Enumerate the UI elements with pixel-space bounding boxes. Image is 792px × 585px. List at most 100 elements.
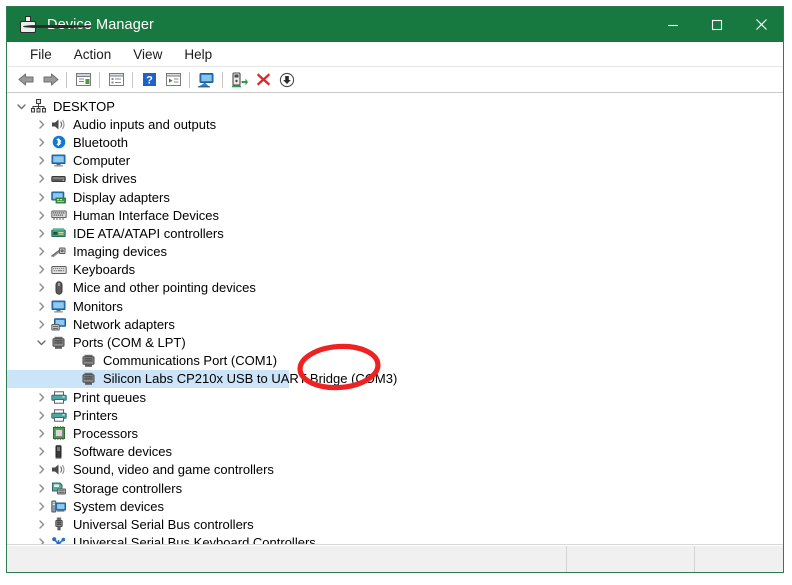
tree-node-ports-com-and-lpt[interactable]: Ports (COM & LPT) — [7, 333, 783, 351]
device-tree: DESKTOP Audio inputs and outputs Bluetoo… — [7, 93, 783, 545]
printer-icon — [50, 408, 67, 423]
help-button[interactable]: ? — [137, 69, 161, 91]
storage-controller-icon — [50, 481, 67, 496]
chevron-right-icon[interactable] — [35, 136, 48, 149]
tree-node-label: Sound, video and game controllers — [73, 462, 274, 478]
bluetooth-icon — [50, 135, 67, 150]
menu-help[interactable]: Help — [173, 45, 223, 64]
tree-node-computer[interactable]: Computer — [7, 152, 783, 170]
hid-keyboard-icon — [50, 208, 67, 223]
toolbar-separator — [189, 71, 190, 88]
menu-view[interactable]: View — [122, 45, 173, 64]
port-icon — [80, 353, 97, 368]
device-tree-pane[interactable]: DESKTOP Audio inputs and outputs Bluetoo… — [7, 93, 783, 545]
tree-node-imaging-devices[interactable]: Imaging devices — [7, 243, 783, 261]
chevron-right-icon[interactable] — [35, 118, 48, 131]
chevron-right-icon[interactable] — [35, 281, 48, 294]
usb-icon — [50, 517, 67, 532]
status-pane-tertiary — [695, 546, 783, 572]
chevron-down-icon[interactable] — [15, 100, 28, 113]
tree-node-label: Bluetooth — [73, 134, 128, 150]
tree-node-audio-inputs-and-outputs[interactable]: Audio inputs and outputs — [7, 115, 783, 133]
chevron-right-icon[interactable] — [35, 427, 48, 440]
tree-node-communications-port-com1[interactable]: Communications Port (COM1) — [7, 352, 783, 370]
tree-node-print-queues[interactable]: Print queues — [7, 388, 783, 406]
help-question-icon: ? — [142, 73, 156, 87]
chevron-right-icon[interactable] — [35, 500, 48, 513]
chevron-right-icon[interactable] — [35, 209, 48, 222]
svg-text:?: ? — [146, 75, 153, 87]
monitor-scan-icon — [197, 72, 213, 87]
close-button[interactable] — [739, 7, 783, 42]
tree-node-keyboards[interactable]: Keyboards — [7, 261, 783, 279]
chevron-right-icon[interactable] — [35, 463, 48, 476]
maximize-button[interactable] — [695, 7, 739, 42]
chevron-right-icon[interactable] — [35, 191, 48, 204]
tree-node-software-devices[interactable]: Software devices — [7, 443, 783, 461]
tree-node-label: Processors — [73, 425, 139, 441]
monitor-icon — [50, 299, 67, 314]
tree-node-system-devices[interactable]: System devices — [7, 497, 783, 515]
tree-node-silicon-labs-cp210x-com3[interactable]: Silicon Labs CP210x USB to UART Bridge (… — [7, 369, 783, 388]
tree-node-sound-video-and-game-controllers[interactable]: Sound, video and game controllers — [7, 461, 783, 479]
mouse-icon — [50, 280, 67, 295]
tree-node-desktop[interactable]: DESKTOP — [7, 97, 783, 115]
close-icon — [755, 19, 767, 30]
tree-node-universal-serial-bus-controllers[interactable]: Universal Serial Bus controllers — [7, 515, 783, 533]
port-icon — [50, 335, 67, 350]
disable-device-button[interactable] — [275, 69, 299, 91]
chevron-right-icon[interactable] — [35, 300, 48, 313]
chevron-right-icon[interactable] — [35, 172, 48, 185]
tree-node-label: Mice and other pointing devices — [73, 280, 256, 296]
tree-node-storage-controllers[interactable]: Storage controllers — [7, 479, 783, 497]
tree-node-label: Human Interface Devices — [73, 207, 219, 223]
menu-action[interactable]: Action — [63, 45, 123, 64]
system-device-icon — [50, 499, 67, 514]
tree-node-human-interface-devices[interactable]: Human Interface Devices — [7, 206, 783, 224]
chevron-right-icon[interactable] — [35, 227, 48, 240]
chevron-right-icon[interactable] — [35, 391, 48, 404]
maximize-icon — [711, 19, 723, 30]
chevron-right-icon[interactable] — [35, 263, 48, 276]
chevron-right-icon[interactable] — [35, 482, 48, 495]
device-details-button[interactable] — [161, 69, 185, 91]
port-icon — [80, 371, 97, 386]
chevron-right-icon[interactable] — [35, 445, 48, 458]
tree-node-printers[interactable]: Printers — [7, 406, 783, 424]
tree-node-monitors[interactable]: Monitors — [7, 297, 783, 315]
menu-file[interactable]: File — [19, 45, 63, 64]
status-bar — [7, 545, 783, 572]
tree-node-network-adapters[interactable]: Network adapters — [7, 315, 783, 333]
tree-node-label: Storage controllers — [73, 480, 183, 496]
tree-node-label: Universal Serial Bus Keyboard Controller… — [73, 535, 316, 545]
show-hidden-devices-button[interactable] — [104, 69, 128, 91]
printer-icon — [50, 390, 67, 405]
chevron-right-icon[interactable] — [35, 409, 48, 422]
tree-node-label: Printers — [73, 407, 118, 423]
forward-button[interactable] — [38, 69, 62, 91]
chevron-right-icon[interactable] — [35, 154, 48, 167]
tree-node-bluetooth[interactable]: Bluetooth — [7, 133, 783, 151]
chevron-down-icon[interactable] — [35, 336, 48, 349]
speaker-icon — [50, 117, 67, 132]
tree-node-label: DESKTOP — [53, 98, 115, 114]
chevron-right-icon[interactable] — [35, 245, 48, 258]
tree-node-display-adapters[interactable]: Display adapters — [7, 188, 783, 206]
chevron-right-icon[interactable] — [35, 536, 48, 544]
status-pane-main — [7, 546, 567, 572]
properties-button[interactable] — [71, 69, 95, 91]
tree-node-label: Display adapters — [73, 189, 170, 205]
chevron-right-icon[interactable] — [35, 518, 48, 531]
tree-node-processors[interactable]: Processors — [7, 424, 783, 442]
scan-hardware-changes-button[interactable] — [194, 69, 218, 91]
tree-node-mice-and-other-pointing-devices[interactable]: Mice and other pointing devices — [7, 279, 783, 297]
back-arrow-icon — [18, 73, 33, 86]
tree-node-universal-serial-bus-keyboard-controllers[interactable]: Universal Serial Bus Keyboard Controller… — [7, 534, 783, 545]
tree-node-ide-ata-atapi-controllers[interactable]: IDE ATA/ATAPI controllers — [7, 224, 783, 242]
chevron-right-icon[interactable] — [35, 318, 48, 331]
update-driver-button[interactable] — [227, 69, 251, 91]
back-button[interactable] — [14, 69, 38, 91]
tree-node-disk-drives[interactable]: Disk drives — [7, 170, 783, 188]
minimize-button[interactable] — [651, 7, 695, 42]
uninstall-device-button[interactable] — [251, 69, 275, 91]
